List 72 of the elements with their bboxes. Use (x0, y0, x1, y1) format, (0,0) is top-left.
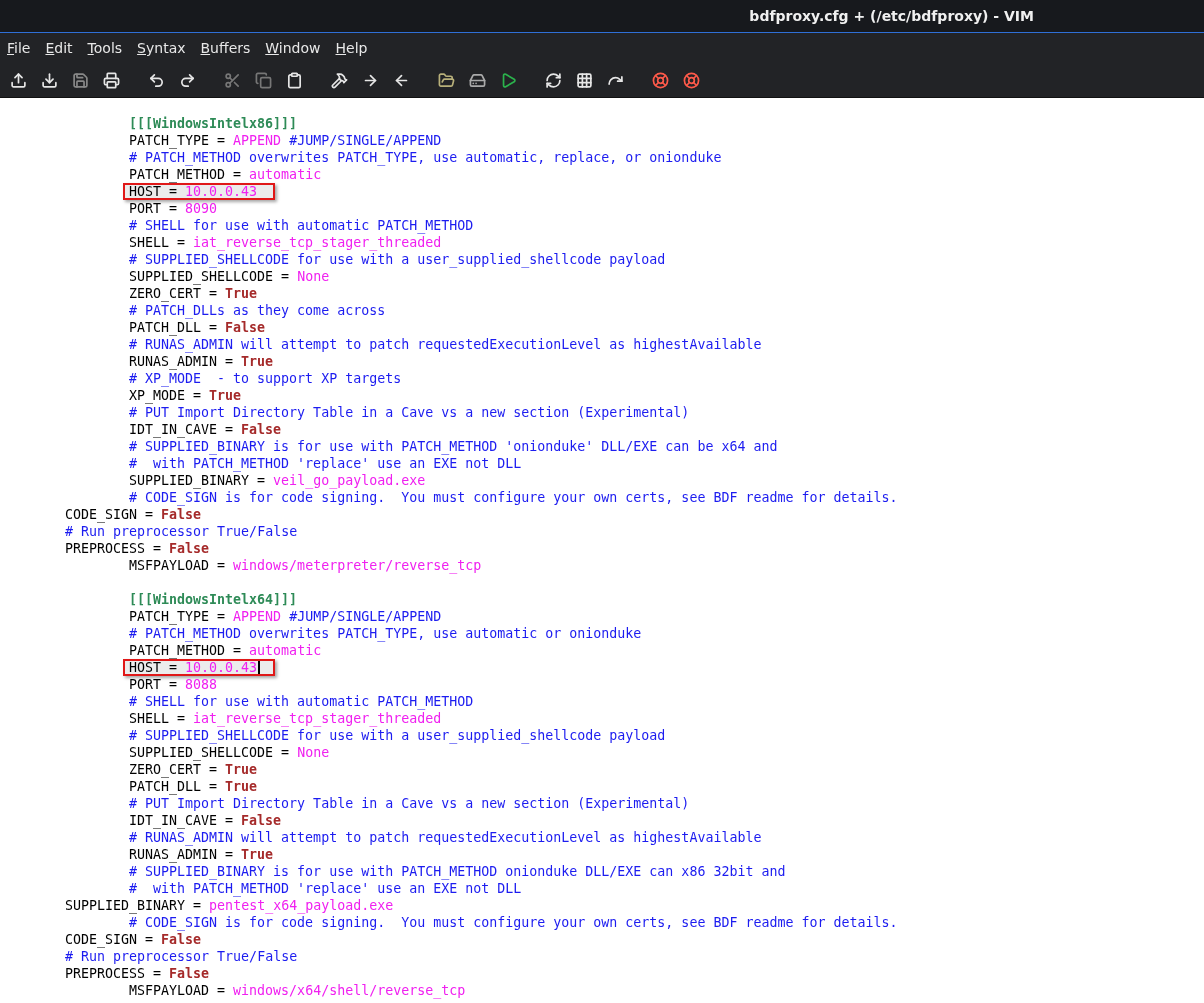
code-line: PORT = 8088 (129, 676, 218, 693)
code-line: PATCH_TYPE = APPEND #JUMP/SINGLE/APPEND (129, 608, 442, 625)
code-line: # PATCH_METHOD overwrites PATCH_TYPE, use automatic, replace, or onionduke (129, 149, 722, 166)
code-line: # RUNAS_ADMIN will attempt to patch requestedExecutionLevel as highestAvailable (129, 336, 762, 353)
code-line: SHELL = iat_reverse_tcp_stager_threaded (129, 710, 442, 727)
code-line: ZERO_CERT = True (129, 761, 258, 778)
code-line: SUPPLIED_BINARY = pentest_x64_payload.exe (65, 897, 394, 914)
code-line: XP_MODE = True (129, 387, 242, 404)
code-line: # SHELL for use with automatic PATCH_METHOD (129, 693, 474, 710)
code-line: PATCH_TYPE = APPEND #JUMP/SINGLE/APPEND (129, 132, 442, 149)
menu-item[interactable]: Window (265, 40, 321, 56)
cut-icon[interactable] (223, 71, 241, 89)
code-line: ZERO_CERT = True (129, 285, 258, 302)
code-line: PATCH_METHOD = automatic (129, 642, 322, 659)
copy-icon[interactable] (254, 71, 272, 89)
menu-item[interactable]: Help (335, 40, 368, 56)
code-line: SUPPLIED_SHELLCODE = None (129, 268, 330, 285)
code-line: RUNAS_ADMIN = True (129, 846, 274, 863)
code-line: PATCH_DLL = True (129, 778, 258, 795)
refresh-icon[interactable] (544, 71, 562, 89)
code-line: PORT = 8090 (129, 200, 218, 217)
code-line: [[[WindowsIntelx86]]] (129, 115, 298, 132)
grid-icon[interactable] (575, 71, 593, 89)
code-line: # XP_MODE - to support XP targets (129, 370, 402, 387)
code-line: # SHELL for use with automatic PATCH_METHOD (129, 217, 474, 234)
code-line: MSFPAYLOAD = windows/x64/shell/reverse_tcp (129, 982, 466, 999)
code-line: # CODE_SIGN is for code signing. You must configure your own certs, see BDF readme for details. (129, 489, 898, 506)
code-line: SUPPLIED_BINARY = veil_go_payload.exe (129, 472, 426, 489)
menu-item[interactable]: Syntax (137, 40, 186, 56)
menu-item[interactable]: File (7, 40, 31, 56)
code-line: # PATCH_METHOD overwrites PATCH_TYPE, use automatic or onionduke (129, 625, 642, 642)
code-line: # PUT Import Directory Table in a Cave vs a new section (Experimental) (129, 404, 690, 421)
code-line: PATCH_DLL = False (129, 319, 266, 336)
lifebuoy-icon[interactable] (682, 71, 700, 89)
code-line: # PATCH_DLLs as they come across (129, 302, 386, 319)
code-line: # SUPPLIED_SHELLCODE for use with a user_supplied_shellcode payload (129, 727, 666, 744)
download-icon[interactable] (40, 71, 58, 89)
code-line: # with PATCH_METHOD 'replace' use an EXE not DLL (129, 455, 522, 472)
code-line: [[[WindowsIntelx64]]] (129, 591, 298, 608)
code-line: # with PATCH_METHOD 'replace' use an EXE not DLL (129, 880, 522, 897)
code-line: PREPROCESS = False (65, 540, 210, 557)
code-line: PREPROCESS = False (65, 965, 210, 982)
code-line: # SUPPLIED_BINARY is for use with PATCH_METHOD 'onionduke' DLL/EXE can be x64 and (129, 438, 778, 455)
undo-icon[interactable] (147, 71, 165, 89)
code-line: # CODE_SIGN is for code signing. You must configure your own certs, see BDF readme for details. (129, 914, 898, 931)
paste-icon[interactable] (285, 71, 303, 89)
code-line: # SUPPLIED_BINARY is for use with PATCH_METHOD onionduke DLL/EXE can x86 32bit and (129, 863, 786, 880)
hammer-icon[interactable] (330, 71, 348, 89)
code-line: # Run preprocessor True/False (65, 948, 298, 965)
code-line: # Run preprocessor True/False (65, 523, 298, 540)
code-line: PATCH_METHOD = automatic (129, 166, 322, 183)
lifebuoy-icon[interactable] (651, 71, 669, 89)
code-line: SHELL = iat_reverse_tcp_stager_threaded (129, 234, 442, 251)
code-line: SUPPLIED_SHELLCODE = None (129, 744, 330, 761)
code-line: CODE_SIGN = False (65, 506, 202, 523)
window-title: bdfproxy.cfg + (/etc/bdfproxy) - VIM (749, 8, 1034, 24)
code-line: RUNAS_ADMIN = True (129, 353, 274, 370)
menu-item[interactable]: Buffers (200, 40, 251, 56)
code-line: # SUPPLIED_SHELLCODE for use with a user_supplied_shellcode payload (129, 251, 666, 268)
save-icon[interactable] (71, 71, 89, 89)
code-line: IDT_IN_CAVE = False (129, 812, 282, 829)
menu-item[interactable]: Tools (87, 40, 123, 56)
code-line: IDT_IN_CAVE = False (129, 421, 282, 438)
code-line: # RUNAS_ADMIN will attempt to patch requestedExecutionLevel as highestAvailable (129, 829, 762, 846)
redo-icon[interactable] (178, 71, 196, 89)
print-icon[interactable] (102, 71, 120, 89)
code-line: MSFPAYLOAD = windows/meterpreter/reverse_tcp (129, 557, 482, 574)
menu-item[interactable]: Edit (45, 40, 73, 56)
code-line: CODE_SIGN = False (65, 931, 202, 948)
code-line: # PUT Import Directory Table in a Cave vs a new section (Experimental) (129, 795, 690, 812)
folder-icon[interactable] (437, 71, 455, 89)
upload-icon[interactable] (9, 71, 27, 89)
